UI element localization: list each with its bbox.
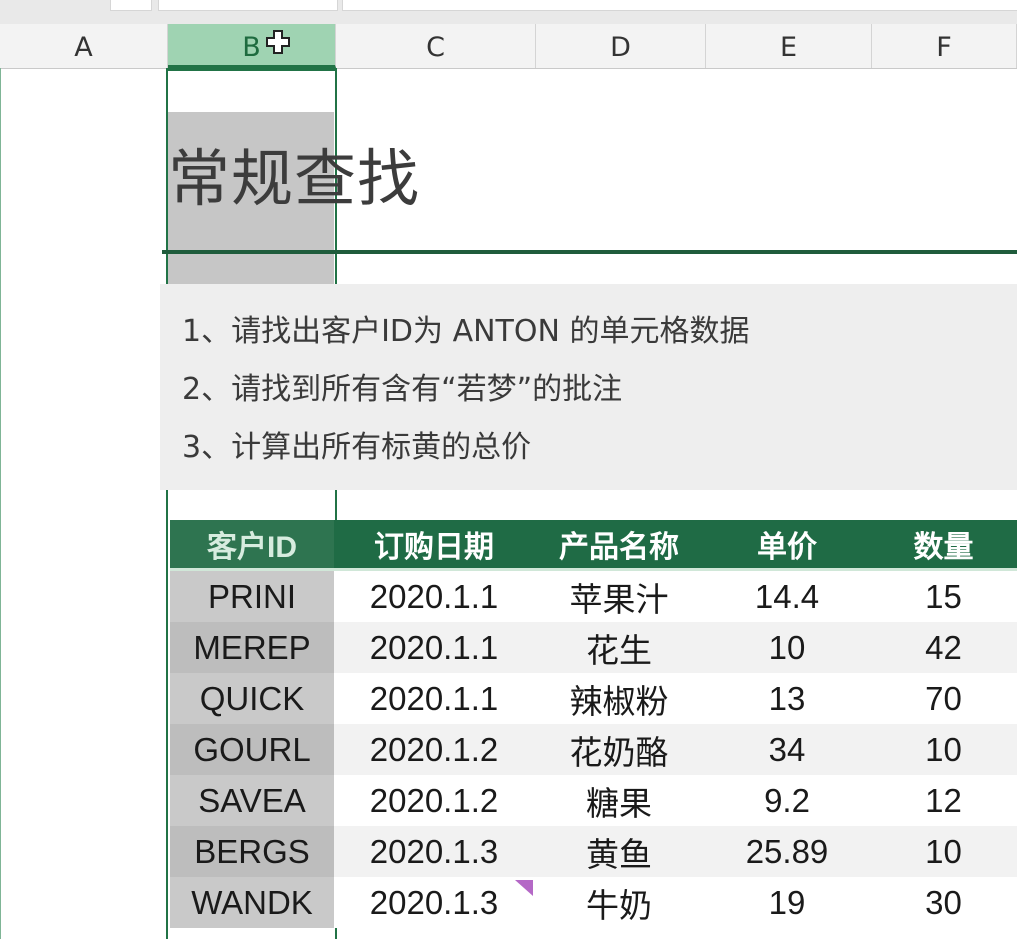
cell-customer-id[interactable]: PRINI (170, 569, 334, 622)
cell-product-name[interactable]: 苹果汁 (534, 569, 704, 622)
cell-unit-price[interactable]: 14.4 (704, 569, 870, 622)
column-header-e[interactable]: E (706, 24, 872, 68)
cell-product-name[interactable]: 花生 (534, 622, 704, 673)
column-header-a[interactable]: A (0, 24, 168, 68)
cell-unit-price[interactable]: 34 (704, 724, 870, 775)
cell-order-date[interactable]: 2020.1.1 (334, 673, 534, 724)
name-box[interactable] (158, 0, 338, 11)
cell-customer-id[interactable]: SAVEA (170, 775, 334, 826)
cell-quantity[interactable]: 15 (870, 569, 1017, 622)
plus-cursor-icon (266, 30, 290, 54)
cell-unit-price[interactable]: 9.2 (704, 775, 870, 826)
cell-customer-id[interactable]: WANDK (170, 877, 334, 928)
cell-unit-price[interactable]: 25.89 (704, 826, 870, 877)
cell-unit-price[interactable]: 13 (704, 673, 870, 724)
table-row: QUICK 2020.1.1 辣椒粉 13 70 (170, 673, 1017, 724)
cell-quantity[interactable]: 70 (870, 673, 1017, 724)
cell-product-name[interactable]: 辣椒粉 (534, 673, 704, 724)
cell-quantity[interactable]: 42 (870, 622, 1017, 673)
cell-unit-price[interactable]: 19 (704, 877, 870, 928)
cell-order-date[interactable]: 2020.1.3 (334, 826, 534, 877)
instruction-1: 1、请找出客户ID为 ANTON 的单元格数据 (182, 314, 750, 349)
cell-order-date[interactable]: 2020.1.2 (334, 724, 534, 775)
column-header-f[interactable]: F (872, 24, 1017, 68)
cell-order-date[interactable]: 2020.1.1 (334, 622, 534, 673)
cell-customer-id[interactable]: BERGS (170, 826, 334, 877)
header-product-name[interactable]: 产品名称 (534, 520, 704, 571)
instructions-box[interactable]: 1、请找出客户ID为 ANTON 的单元格数据 2、请找到所有含有“若梦”的批注… (160, 284, 1017, 490)
cell-product-name[interactable]: 花奶酪 (534, 724, 704, 775)
instruction-3: 3、计算出所有标黄的总价 (182, 430, 532, 465)
column-header-b[interactable]: B (168, 24, 336, 68)
cell-customer-id[interactable]: MEREP (170, 622, 334, 673)
table-row: WANDK 2020.1.3 牛奶 19 30 (170, 877, 1017, 928)
cell-order-date[interactable]: 2020.1.2 (334, 775, 534, 826)
table-row: GOURL 2020.1.2 花奶酪 34 10 (170, 724, 1017, 775)
cell-order-date[interactable]: 2020.1.1 (334, 569, 534, 622)
comment-indicator-icon[interactable] (515, 880, 533, 896)
table-row: BERGS 2020.1.3 黄鱼 25.89 10 (170, 826, 1017, 877)
header-unit-price[interactable]: 单价 (704, 520, 870, 571)
cell-product-name[interactable]: 糖果 (534, 775, 704, 826)
header-quantity[interactable]: 数量 (870, 520, 1017, 571)
title-underline (162, 250, 1017, 254)
formula-bar[interactable] (342, 0, 1017, 11)
cell-product-name[interactable]: 牛奶 (534, 877, 704, 928)
table-header-row: 客户ID 订购日期 产品名称 单价 数量 (170, 520, 1017, 571)
page-title: 常规查找 (168, 142, 421, 215)
header-customer-id[interactable]: 客户ID (170, 520, 334, 571)
column-b-gap-fill (168, 254, 334, 284)
top-bar (0, 0, 1017, 25)
cell-order-date[interactable]: 2020.1.3 (334, 877, 534, 928)
table-row: MEREP 2020.1.1 花生 10 42 (170, 622, 1017, 673)
cell-quantity[interactable]: 10 (870, 826, 1017, 877)
data-table: 客户ID 订购日期 产品名称 单价 数量 PRINI 2020.1.1 苹果汁 … (170, 520, 1017, 928)
name-box-edge[interactable] (110, 0, 152, 11)
cell-quantity[interactable]: 12 (870, 775, 1017, 826)
instruction-2: 2、请找到所有含有“若梦”的批注 (182, 372, 623, 407)
table-row: SAVEA 2020.1.2 糖果 9.2 12 (170, 775, 1017, 826)
header-order-date[interactable]: 订购日期 (334, 520, 534, 571)
selection-border-top (166, 68, 337, 71)
cell-quantity[interactable]: 30 (870, 877, 1017, 928)
table-row: PRINI 2020.1.1 苹果汁 14.4 15 (170, 569, 1017, 622)
cell-unit-price[interactable]: 10 (704, 622, 870, 673)
cell-customer-id[interactable]: QUICK (170, 673, 334, 724)
cell-quantity[interactable]: 10 (870, 724, 1017, 775)
cell-customer-id[interactable]: GOURL (170, 724, 334, 775)
cell-product-name[interactable]: 黄鱼 (534, 826, 704, 877)
column-header-d[interactable]: D (536, 24, 706, 68)
column-header-bar: A B C D E F (0, 24, 1017, 69)
row-header-edge (0, 68, 1, 939)
column-header-c[interactable]: C (336, 24, 536, 68)
